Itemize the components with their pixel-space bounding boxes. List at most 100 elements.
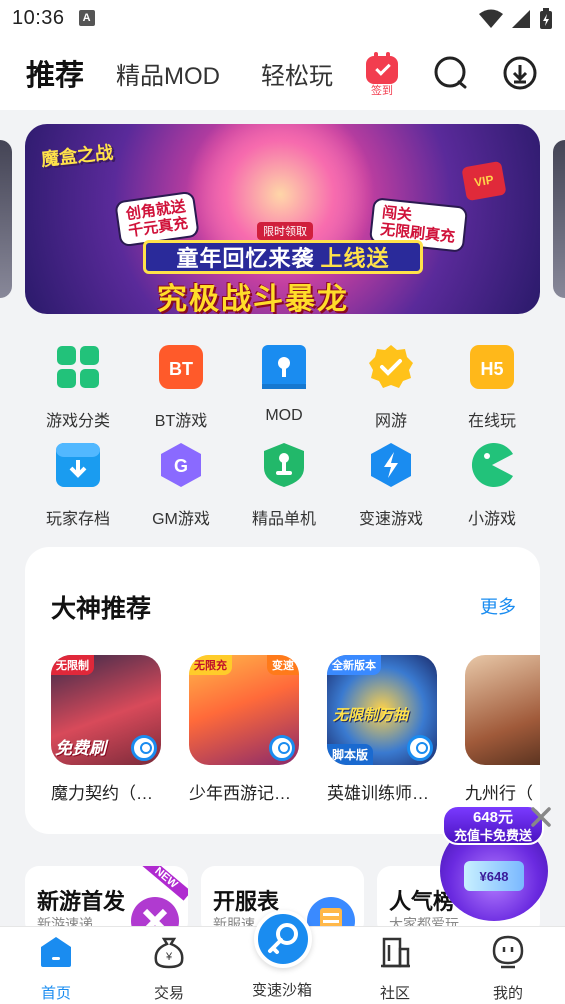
tab-mod[interactable]: 精品MOD <box>116 56 220 91</box>
category-label: 网游 <box>374 413 407 430</box>
game-name: 九州行（ <box>465 784 533 803</box>
vip-card-icon: VIP <box>461 160 507 202</box>
category-label: 玩家存档 <box>45 511 110 528</box>
key-icon <box>269 735 295 761</box>
home-icon <box>41 937 71 967</box>
game-name: 少年西游记… <box>189 784 291 803</box>
game-corner-tag: 无限制 <box>51 655 94 675</box>
battery-icon <box>540 8 552 29</box>
featured-section: 大神推荐 更多 无限制 免费刷 魔力契约（… 无限充 变速 少年西游记… 全新版… <box>25 547 540 834</box>
category-label: 在线玩 <box>467 413 516 430</box>
svg-text:H5: H5 <box>480 359 503 379</box>
svg-text:¥: ¥ <box>165 951 173 963</box>
category-speed-games[interactable]: 变速游戏 <box>341 442 441 529</box>
game-card[interactable]: 无限充 变速 少年西游记… <box>189 655 301 804</box>
promo-card: ¥648 <box>464 861 524 891</box>
game-corner-tag: 无限充 <box>189 655 232 675</box>
status-bar: 10:36 A <box>0 0 565 36</box>
category-bt-games[interactable]: BT BT游戏 <box>131 344 231 431</box>
game-card[interactable]: 无限制 免费刷 魔力契约（… <box>51 655 163 804</box>
tab-community[interactable]: 社区 <box>355 935 435 1003</box>
key-icon <box>131 735 157 761</box>
banner-title: 童年回忆来袭 上线送 <box>143 240 423 274</box>
game-speed-tag: 变速 <box>267 655 299 675</box>
gm-hexagon-icon: G <box>161 443 201 487</box>
category-label: BT游戏 <box>154 413 208 430</box>
building-icon <box>381 937 410 968</box>
mod-icon <box>262 345 306 389</box>
svg-text:BT: BT <box>169 359 193 379</box>
tab-label: 变速沙箱 <box>251 982 312 999</box>
category-mod[interactable]: MOD <box>234 344 334 425</box>
category-label: 精品单机 <box>251 511 316 528</box>
category-play-online[interactable]: H5 在线玩 <box>442 344 542 431</box>
signal-icon <box>512 10 530 28</box>
tab-sandbox[interactable]: 变速沙箱 <box>242 979 322 1000</box>
svg-text:G: G <box>174 456 188 476</box>
category-online-games[interactable]: 网游 <box>341 344 441 431</box>
game-name: 英雄训练师… <box>327 784 429 803</box>
close-icon[interactable] <box>528 804 554 830</box>
game-thumbnail: 全新版本 无限制万抽 脚本版 <box>327 655 437 765</box>
banner-prev-peek[interactable] <box>0 140 12 298</box>
category-label: GM游戏 <box>152 511 210 528</box>
tab-recommend[interactable]: 推荐 <box>26 52 84 94</box>
category-player-saves[interactable]: 玩家存档 <box>28 442 128 529</box>
tab-home[interactable]: 首页 <box>16 935 96 1003</box>
signin-button[interactable]: 签到 <box>364 52 400 97</box>
game-name: 魔力契约（… <box>51 784 153 803</box>
game-thumbnail: 无限制 免费刷 <box>51 655 161 765</box>
category-label: MOD <box>265 407 303 424</box>
game-corner-tag: 全新版本 <box>327 655 381 675</box>
bt-icon: BT <box>159 345 203 389</box>
banner-big-text: 究极战斗暴龙 <box>157 283 349 314</box>
top-nav: 推荐 精品MOD 轻松玩 签到 <box>0 36 565 110</box>
banner-logo: 魔盒之战 <box>40 142 114 170</box>
signin-label: 签到 <box>371 85 393 97</box>
tab-easy-play[interactable]: 轻松玩 <box>261 56 333 91</box>
game-script-tag: 脚本版 <box>327 744 374 765</box>
banner-title-highlight: 上线送 <box>320 246 390 271</box>
game-tag: 无限制万抽 <box>333 707 409 724</box>
banner-limited: 限时领取 <box>257 222 313 240</box>
mini-card-title: 开服表 <box>213 889 280 914</box>
tab-label: 社区 <box>379 985 410 1002</box>
tab-trade[interactable]: ¥ 交易 <box>129 935 209 1003</box>
key-icon <box>268 923 298 954</box>
h5-icon: H5 <box>470 345 514 389</box>
category-gm-games[interactable]: G GM游戏 <box>131 442 231 529</box>
download-icon[interactable] <box>503 56 537 90</box>
mini-card-title: 新游首发 <box>37 889 126 914</box>
category-label: 游戏分类 <box>45 413 110 430</box>
tab-label: 交易 <box>153 985 184 1002</box>
promo-banner[interactable]: 魔盒之战 创角就送 千元真充 闯关 无限刷真充 VIP 限时领取 童年回忆来袭 … <box>25 124 540 314</box>
grid-icon <box>57 346 99 388</box>
banner-title-main: 童年回忆来袭 <box>176 246 315 271</box>
category-label: 变速游戏 <box>358 511 423 528</box>
banner-next-peek[interactable] <box>553 140 565 298</box>
category-game-types[interactable]: 游戏分类 <box>28 344 128 431</box>
section-title: 大神推荐 <box>51 595 152 623</box>
search-icon[interactable] <box>434 56 468 90</box>
game-card[interactable]: 全新版本 无限制万抽 脚本版 英雄训练师… <box>327 655 439 804</box>
category-mini-games[interactable]: 小游戏 <box>442 442 542 529</box>
tab-label: 我的 <box>492 985 523 1002</box>
pacman-icon <box>471 443 513 487</box>
sandbox-center-button[interactable] <box>254 910 312 968</box>
calendar-check-icon <box>366 52 398 84</box>
game-thumbnail: 无限充 变速 <box>189 655 299 765</box>
more-link[interactable]: 更多 <box>480 593 516 619</box>
key-icon <box>407 735 433 761</box>
joystick-shield-icon <box>264 443 304 487</box>
tab-profile[interactable]: 我的 <box>468 935 548 1003</box>
category-single-player[interactable]: 精品单机 <box>234 442 334 529</box>
bolt-hexagon-icon <box>371 443 411 487</box>
game-thumbnail <box>465 655 540 765</box>
tab-label: 首页 <box>40 985 71 1002</box>
save-box-icon <box>56 443 100 487</box>
category-label: 小游戏 <box>467 511 516 528</box>
notification-icon: A <box>78 10 95 26</box>
game-card[interactable]: 九州行（ <box>465 655 540 804</box>
status-icons <box>479 8 553 30</box>
check-badge-icon <box>369 345 413 388</box>
